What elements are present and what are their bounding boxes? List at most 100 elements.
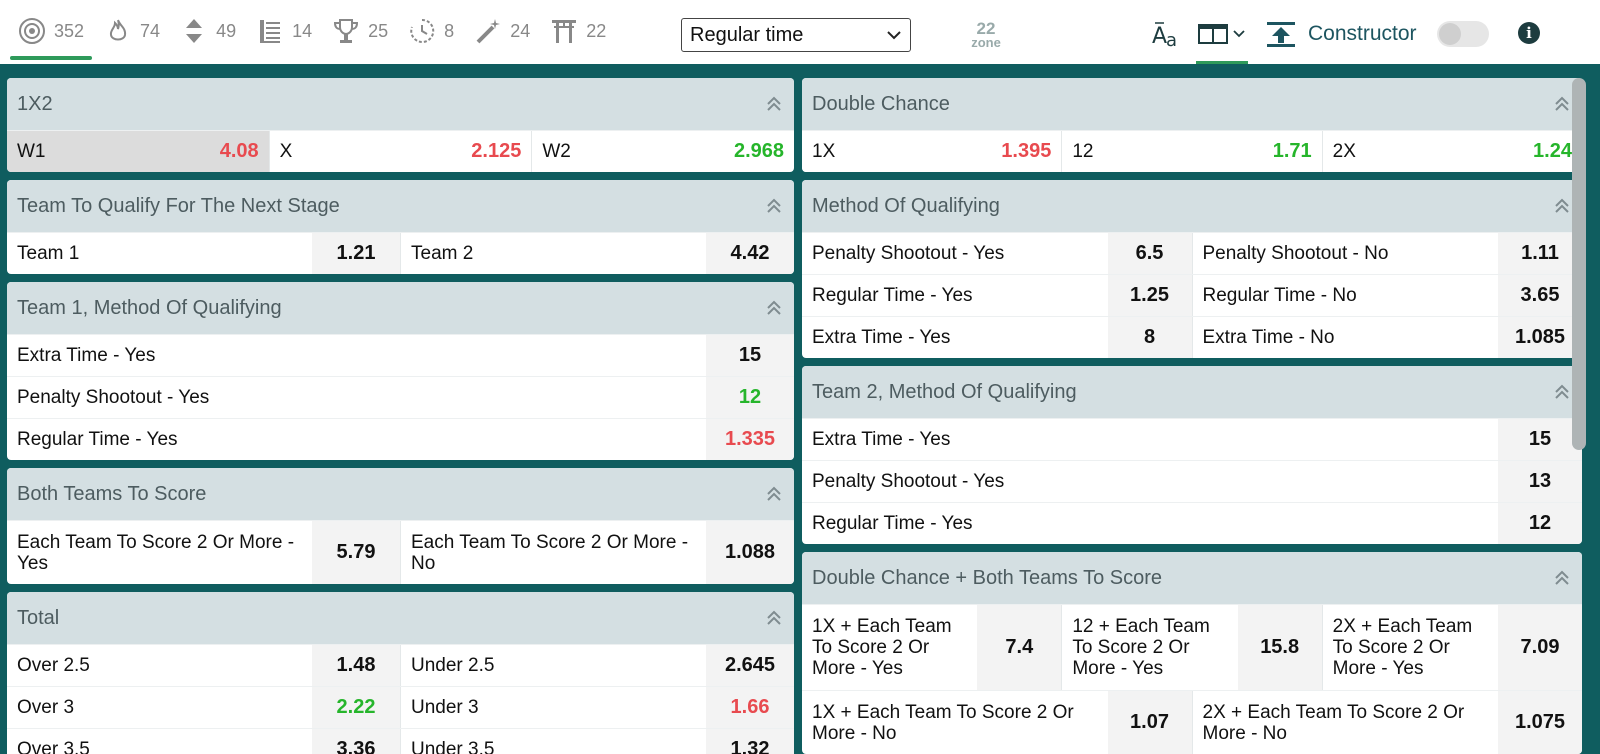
- outcome-under-3-5[interactable]: Under 3.5 1.32: [400, 729, 794, 754]
- outcome-regular-time-yes[interactable]: Regular Time - Yes 12: [802, 503, 1582, 544]
- filter-tab-totals[interactable]: 14: [246, 0, 322, 62]
- odds-value[interactable]: 2.22: [312, 687, 400, 728]
- odds-value[interactable]: 2.968: [704, 131, 794, 172]
- odds-value[interactable]: 1.21: [312, 233, 400, 274]
- filter-tab-handicap[interactable]: 49: [170, 0, 246, 62]
- info-icon[interactable]: i: [1518, 22, 1540, 44]
- market-header[interactable]: Double Chance + Both Teams To Score: [802, 552, 1582, 604]
- collapse-chevron-icon[interactable]: [764, 196, 784, 216]
- outcome-w1[interactable]: W1 4.08: [7, 131, 269, 172]
- odds-value[interactable]: 1.48: [312, 645, 400, 686]
- odds-value[interactable]: 1.25: [1107, 275, 1192, 316]
- filter-tab-outcome[interactable]: 25: [322, 0, 398, 62]
- outcome-1x[interactable]: 1X 1.395: [802, 131, 1061, 172]
- filter-tab-asian[interactable]: 22: [540, 0, 616, 62]
- odds-value[interactable]: 5.79: [312, 521, 400, 584]
- outcome-over-3-5[interactable]: Over 3.5 3.36: [7, 729, 400, 754]
- outcome-team-1[interactable]: Team 1 1.21: [7, 233, 400, 274]
- odds-value[interactable]: 1.32: [706, 729, 794, 754]
- outcome-each-team-to-score-2-or-more-yes[interactable]: Each Team To Score 2 Or More - Yes 5.79: [7, 521, 400, 584]
- market-header[interactable]: Team 1, Method Of Qualifying: [7, 282, 794, 334]
- odds-value[interactable]: 1.07: [1107, 691, 1192, 754]
- outcome-extra-time-yes[interactable]: Extra Time - Yes 8: [802, 317, 1192, 358]
- outcome-extra-time-no[interactable]: Extra Time - No 1.085: [1191, 317, 1582, 358]
- outcome-2x-each-team-to-score-2-or-more-yes[interactable]: 2X + Each Team To Score 2 Or More - Yes 7…: [1321, 605, 1582, 690]
- outcome-2x[interactable]: 2X 1.24: [1321, 131, 1582, 172]
- outcome-1x-each-team-to-score-2-or-more-yes[interactable]: 1X + Each Team To Score 2 Or More - Yes 7…: [802, 605, 1062, 690]
- outcome-penalty-shootout-yes[interactable]: Penalty Shootout - Yes 12: [7, 377, 794, 418]
- outcome-extra-time-yes[interactable]: Extra Time - Yes 15: [802, 419, 1582, 460]
- collapse-chevron-icon[interactable]: [764, 484, 784, 504]
- odds-value[interactable]: 1.085: [1498, 317, 1582, 358]
- odds-value[interactable]: 1.395: [971, 131, 1061, 172]
- market-header[interactable]: Method Of Qualifying: [802, 180, 1582, 232]
- filter-tab-all[interactable]: 352: [8, 0, 94, 62]
- odds-value[interactable]: 15: [706, 335, 794, 376]
- collapse-chevron-icon[interactable]: [1552, 382, 1572, 402]
- odds-value[interactable]: 3.36: [312, 729, 400, 754]
- filter-tab-specials[interactable]: 24: [464, 0, 540, 62]
- outcome-over-3[interactable]: Over 3 2.22: [7, 687, 400, 728]
- odds-value[interactable]: 3.65: [1498, 275, 1582, 316]
- odds-value[interactable]: 1.335: [706, 419, 794, 460]
- constructor-upload-button[interactable]: [1266, 14, 1296, 54]
- outcome-w2[interactable]: W2 2.968: [531, 131, 794, 172]
- font-size-button[interactable]: Aa: [1152, 14, 1184, 54]
- outcome-each-team-to-score-2-or-more-no[interactable]: Each Team To Score 2 Or More - No 1.088: [400, 521, 794, 584]
- period-select[interactable]: Regular time: [681, 18, 911, 52]
- market-header[interactable]: Team To Qualify For The Next Stage: [7, 180, 794, 232]
- market-header[interactable]: 1X2: [7, 78, 794, 130]
- market-header[interactable]: Both Teams To Score: [7, 468, 794, 520]
- odds-value[interactable]: 1.11: [1498, 233, 1582, 274]
- market-header[interactable]: Total: [7, 592, 794, 644]
- odds-value[interactable]: 6.5: [1107, 233, 1192, 274]
- outcome-team-2[interactable]: Team 2 4.42: [400, 233, 794, 274]
- odds-value[interactable]: 12: [1498, 503, 1582, 544]
- outcome-penalty-shootout-yes[interactable]: Penalty Shootout - Yes 6.5: [802, 233, 1192, 274]
- collapse-chevron-icon[interactable]: [764, 608, 784, 628]
- collapse-chevron-icon[interactable]: [764, 298, 784, 318]
- outcome-penalty-shootout-yes[interactable]: Penalty Shootout - Yes 13: [802, 461, 1582, 502]
- odds-value[interactable]: 1.24: [1492, 131, 1582, 172]
- odds-value[interactable]: 15: [1498, 419, 1582, 460]
- odds-value[interactable]: 13: [1498, 461, 1582, 502]
- odds-value[interactable]: 15.8: [1237, 605, 1322, 690]
- odds-value[interactable]: 1.088: [706, 521, 794, 584]
- odds-value[interactable]: 4.08: [178, 131, 269, 172]
- outcome-regular-time-no[interactable]: Regular Time - No 3.65: [1191, 275, 1582, 316]
- collapse-chevron-icon[interactable]: [1552, 568, 1572, 588]
- outcome-regular-time-yes[interactable]: Regular Time - Yes 1.335: [7, 419, 794, 460]
- odds-value[interactable]: 8: [1107, 317, 1192, 358]
- odds-value[interactable]: 2.645: [706, 645, 794, 686]
- layout-switch-button[interactable]: [1192, 14, 1252, 64]
- odds-value[interactable]: 7.09: [1497, 605, 1582, 690]
- odds-value[interactable]: 1.71: [1232, 131, 1322, 172]
- filter-tab-time[interactable]: 8: [398, 0, 464, 62]
- market-header[interactable]: Team 2, Method Of Qualifying: [802, 366, 1582, 418]
- outcome-12-each-team-to-score-2-or-more-yes[interactable]: 12 + Each Team To Score 2 Or More - Yes 1…: [1061, 605, 1322, 690]
- outcome-2x-each-team-to-score-2-or-more-no[interactable]: 2X + Each Team To Score 2 Or More - No 1.…: [1191, 691, 1582, 754]
- outcome-1x-each-team-to-score-2-or-more-no[interactable]: 1X + Each Team To Score 2 Or More - No 1.…: [802, 691, 1192, 754]
- constructor-toggle[interactable]: [1436, 21, 1489, 47]
- outcome-x[interactable]: X 2.125: [268, 131, 532, 172]
- odds-value[interactable]: 12: [706, 377, 794, 418]
- outcome-extra-time-yes[interactable]: Extra Time - Yes 15: [7, 335, 794, 376]
- outcome-under-2-5[interactable]: Under 2.5 2.645: [400, 645, 794, 686]
- outcome-over-2-5[interactable]: Over 2.5 1.48: [7, 645, 400, 686]
- outcome-penalty-shootout-no[interactable]: Penalty Shootout - No 1.11: [1191, 233, 1582, 274]
- filter-tab-popular[interactable]: 74: [94, 0, 170, 62]
- odds-value[interactable]: 2.125: [441, 131, 531, 172]
- market-header[interactable]: Double Chance: [802, 78, 1582, 130]
- odds-value[interactable]: 4.42: [706, 233, 794, 274]
- scrollbar[interactable]: [1572, 78, 1586, 450]
- collapse-chevron-icon[interactable]: [764, 94, 784, 114]
- outcome-regular-time-yes[interactable]: Regular Time - Yes 1.25: [802, 275, 1192, 316]
- outcome-12[interactable]: 12 1.71: [1061, 131, 1321, 172]
- odds-value[interactable]: 1.66: [706, 687, 794, 728]
- collapse-chevron-icon[interactable]: [1552, 196, 1572, 216]
- odds-value[interactable]: 7.4: [977, 605, 1062, 690]
- zone-button[interactable]: 22 zone: [960, 20, 1012, 50]
- outcome-under-3[interactable]: Under 3 1.66: [400, 687, 794, 728]
- collapse-chevron-icon[interactable]: [1552, 94, 1572, 114]
- odds-value[interactable]: 1.075: [1498, 691, 1582, 754]
